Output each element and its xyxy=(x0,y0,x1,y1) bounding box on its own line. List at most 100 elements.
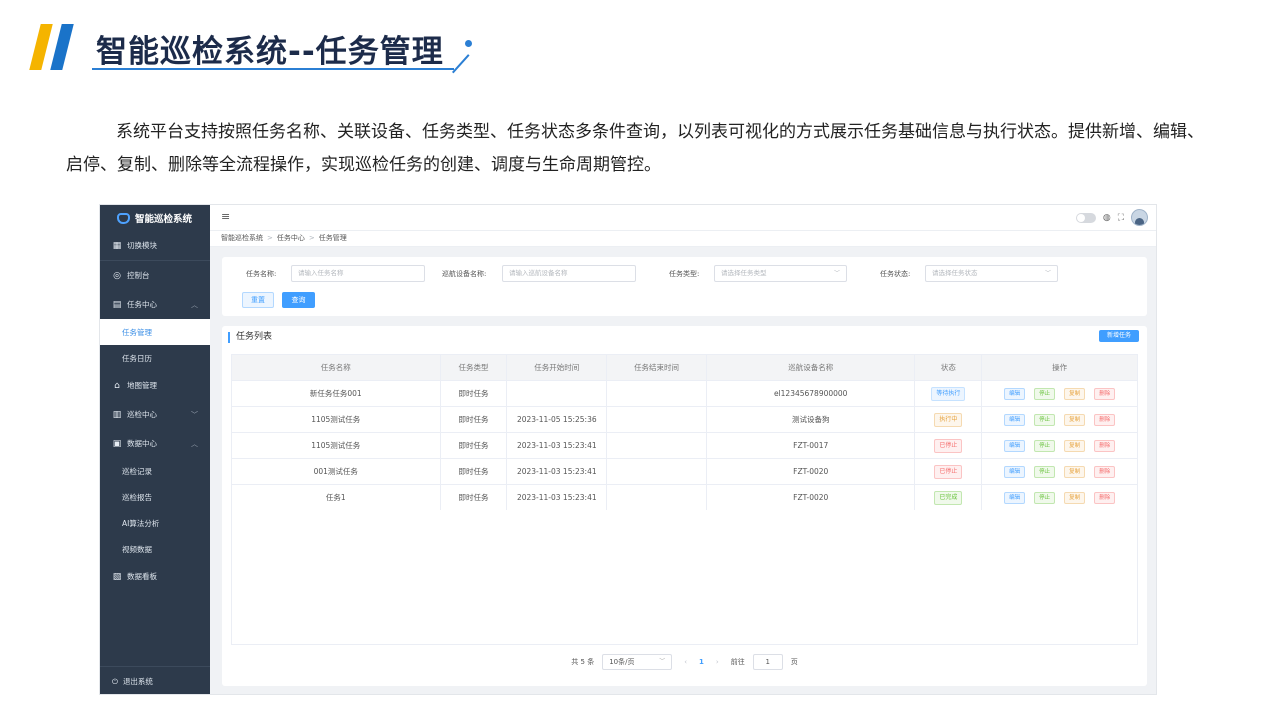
cell-type: 即时任务 xyxy=(441,433,508,458)
cell-end xyxy=(607,381,707,406)
cell-actions: 编辑 停止 复制 删除 xyxy=(982,485,1137,510)
page-size-select[interactable]: 10条/页 ﹀ xyxy=(602,654,673,670)
table-row: 001测试任务 即时任务 2023-11-03 15:23:41 FZT-0020 已停… xyxy=(232,458,1137,484)
pager-total: 共 5 条 xyxy=(571,658,595,666)
globe-icon[interactable]: ◍ xyxy=(1103,213,1111,223)
logout-label: 退出系统 xyxy=(122,677,153,686)
task-status-placeholder: 请选择任务状态 xyxy=(932,269,978,277)
status-badge: 已停止 xyxy=(934,438,963,453)
sidebar-item-video-data[interactable]: 视频数据 xyxy=(100,536,210,562)
accent-bar-yellow xyxy=(29,24,53,70)
delete-button[interactable]: 删除 xyxy=(1094,387,1116,400)
title-underline xyxy=(92,68,454,70)
status-badge: 已停止 xyxy=(934,464,963,479)
title-dot xyxy=(465,40,472,47)
stop-button[interactable]: 停止 xyxy=(1034,465,1056,478)
add-task-button[interactable]: 新增任务 xyxy=(1099,330,1139,342)
fullscreen-icon[interactable]: ⛶ xyxy=(1118,213,1124,223)
sidebar-item-task-center[interactable]: ▤ 任务中心 ︿ xyxy=(100,290,210,319)
topbar-icons: ◍ ⛶ xyxy=(1075,209,1148,226)
copy-button[interactable]: 复制 xyxy=(1064,491,1086,504)
power-icon: ⏻ xyxy=(112,676,118,686)
task-type-select[interactable]: 请选择任务类型 ﹀ xyxy=(714,265,847,282)
theme-toggle[interactable] xyxy=(1075,212,1096,223)
logout-button[interactable]: ⏻ 退出系统 xyxy=(100,666,210,694)
edit-button[interactable]: 编辑 xyxy=(1004,387,1026,400)
cell-status: 已停止 xyxy=(915,433,983,458)
sidebar-item-patrol-record[interactable]: 巡检记录 xyxy=(100,458,210,484)
breadcrumb-item[interactable]: 智能巡检系统 xyxy=(221,234,263,242)
avatar[interactable] xyxy=(1131,209,1148,226)
pagination: 共 5 条 10条/页 ﹀ ‹ 1 › 前往 1 页 xyxy=(222,653,1147,671)
cell-start xyxy=(507,381,608,406)
slide-header: 智能巡检系统--任务管理 xyxy=(0,0,1280,90)
copy-button[interactable]: 复制 xyxy=(1064,465,1086,478)
breadcrumb-item[interactable]: 任务中心 xyxy=(277,234,305,242)
stop-button[interactable]: 停止 xyxy=(1034,387,1056,400)
menu-toggle-icon[interactable]: ≡ xyxy=(221,210,230,223)
cell-start: 2023-11-03 15:23:41 xyxy=(507,433,608,458)
topbar: ≡ ◍ ⛶ xyxy=(210,205,1156,231)
task-status-select[interactable]: 请选择任务状态 ﹀ xyxy=(925,265,1058,282)
delete-button[interactable]: 删除 xyxy=(1094,491,1116,504)
query-button[interactable]: 查询 xyxy=(282,292,315,308)
delete-button[interactable]: 删除 xyxy=(1094,465,1116,478)
table-header: 任务名称 任务类型 任务开始时间 任务结束时间 巡航设备名称 状态 操作 xyxy=(232,355,1137,380)
stop-button[interactable]: 停止 xyxy=(1034,413,1056,426)
sidebar-item-console[interactable]: ◎ 控制台 xyxy=(100,261,210,290)
cell-device: FZT-0020 xyxy=(707,459,916,484)
chevron-down-icon: ﹀ xyxy=(191,410,198,419)
reset-button[interactable]: 重置 xyxy=(242,292,274,308)
sidebar-item-data-board[interactable]: ▧ 数据看板 xyxy=(100,562,210,591)
sidebar-item-task-calendar[interactable]: 任务日历 xyxy=(100,345,210,371)
sidebar-item-ai-analysis[interactable]: AI算法分析 xyxy=(100,510,210,536)
prev-page-button[interactable]: ‹ xyxy=(684,658,687,666)
copy-button[interactable]: 复制 xyxy=(1064,387,1086,400)
cell-type: 即时任务 xyxy=(441,407,508,432)
task-type-placeholder: 请选择任务类型 xyxy=(721,269,767,277)
cell-name: 001测试任务 xyxy=(232,459,441,484)
sidebar-item-task-manage[interactable]: 任务管理 xyxy=(100,319,210,345)
page-size-value: 10条/页 xyxy=(609,658,635,666)
sidebar-item-label: 控制台 xyxy=(127,271,150,280)
cell-status: 已完成 xyxy=(915,485,983,510)
edit-button[interactable]: 编辑 xyxy=(1004,465,1026,478)
task-name-input[interactable]: 请输入任务名称 xyxy=(291,265,425,282)
edit-button[interactable]: 编辑 xyxy=(1004,439,1026,452)
stop-button[interactable]: 停止 xyxy=(1034,439,1056,452)
stop-button[interactable]: 停止 xyxy=(1034,491,1056,504)
cell-start: 2023-11-03 15:23:41 xyxy=(507,459,608,484)
cell-actions: 编辑 停止 复制 删除 xyxy=(982,459,1137,484)
task-type-label: 任务类型: xyxy=(669,270,700,278)
device-name-input[interactable]: 请输入巡航设备名称 xyxy=(502,265,636,282)
cell-status: 执行中 xyxy=(915,407,983,432)
goto-page-input[interactable]: 1 xyxy=(752,654,783,670)
copy-button[interactable]: 复制 xyxy=(1064,413,1086,426)
table-row: 任务1 即时任务 2023-11-03 15:23:41 FZT-0020 已完成 编辑停… xyxy=(232,484,1137,510)
sidebar-item-switch-module[interactable]: ▦ 切换模块 xyxy=(100,231,210,260)
delete-button[interactable]: 删除 xyxy=(1094,439,1116,452)
status-badge: 已完成 xyxy=(934,490,963,505)
sidebar-item-patrol-report[interactable]: 巡检报告 xyxy=(100,484,210,510)
cell-end xyxy=(607,407,707,432)
cell-actions: 编辑 停止 复制 删除 xyxy=(982,407,1137,432)
sidebar-item-map-manage[interactable]: ⌂ 地图管理 xyxy=(100,371,210,400)
page-number-current[interactable]: 1 xyxy=(699,658,704,666)
sidebar-item-data-center[interactable]: ▣ 数据中心 ︿ xyxy=(100,429,210,458)
edit-button[interactable]: 编辑 xyxy=(1004,413,1026,426)
delete-button[interactable]: 删除 xyxy=(1094,413,1116,426)
sidebar-item-label: 切换模块 xyxy=(127,241,157,250)
cell-end xyxy=(607,485,707,510)
chart-board-icon: ▧ xyxy=(112,571,122,582)
edit-button[interactable]: 编辑 xyxy=(1004,491,1026,504)
task-table: 任务名称 任务类型 任务开始时间 任务结束时间 巡航设备名称 状态 操作 新任务… xyxy=(231,354,1138,645)
sidebar-item-patrol-center[interactable]: ▥ 巡检中心 ﹀ xyxy=(100,400,210,429)
copy-button[interactable]: 复制 xyxy=(1064,439,1086,452)
cell-type: 即时任务 xyxy=(441,485,508,510)
cell-status: 等待执行 xyxy=(915,381,983,406)
next-page-button[interactable]: › xyxy=(716,658,719,666)
chevron-down-icon: ﹀ xyxy=(833,270,840,277)
table-body: 新任务任务001 即时任务 el12345678900000 等待执行 编辑 停止 复制 删除… xyxy=(232,380,1137,510)
cell-name: 任务1 xyxy=(232,485,441,510)
cell-start: 2023-11-03 15:23:41 xyxy=(507,485,608,510)
